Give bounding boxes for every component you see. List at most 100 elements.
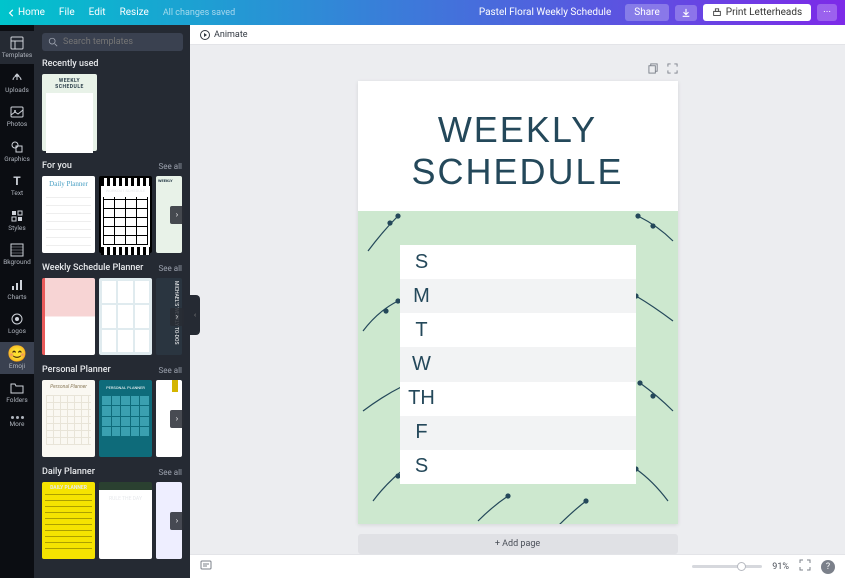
section-title: Weekly Schedule Planner bbox=[42, 263, 143, 273]
rail-templates[interactable]: Templates bbox=[0, 31, 34, 64]
section-title: Daily Planner bbox=[42, 467, 95, 477]
chevron-right-icon: › bbox=[176, 210, 178, 219]
edit-menu[interactable]: Edit bbox=[89, 7, 106, 18]
search-templates-input[interactable] bbox=[42, 33, 183, 51]
template-thumb[interactable]: Personal Planner bbox=[42, 380, 95, 457]
save-status: All changes saved bbox=[163, 8, 235, 18]
section-title: For you bbox=[42, 161, 72, 171]
home-menu[interactable]: Home bbox=[8, 7, 45, 18]
slider-knob[interactable] bbox=[737, 562, 746, 571]
day-row: M bbox=[400, 279, 636, 313]
share-button[interactable]: Share bbox=[625, 4, 668, 21]
page-title-text[interactable]: WEEKLY SCHEDULE bbox=[358, 81, 678, 193]
search-icon bbox=[48, 37, 58, 47]
rail-logos[interactable]: Logos bbox=[0, 307, 34, 340]
collapse-panel-button[interactable]: ‹ bbox=[190, 295, 200, 335]
rail-graphics[interactable]: Graphics bbox=[0, 135, 34, 168]
template-thumb[interactable] bbox=[42, 278, 95, 355]
section-daily-planner: Daily Planner See all DAILY PLANNER RULE… bbox=[42, 467, 182, 559]
schedule-card[interactable]: S M T W TH F S bbox=[400, 245, 636, 484]
bottom-bar: 91% ? bbox=[190, 554, 845, 578]
rail-background[interactable]: Bkground bbox=[0, 238, 34, 271]
uploads-icon bbox=[10, 71, 24, 85]
see-all-link[interactable]: See all bbox=[159, 366, 182, 375]
see-all-link[interactable]: See all bbox=[159, 162, 182, 171]
template-thumb[interactable]: WORKOUT SCHEDULE bbox=[99, 176, 152, 253]
copy-icon bbox=[648, 63, 659, 74]
rail-photos[interactable]: Photos bbox=[0, 100, 34, 133]
graphics-icon bbox=[10, 140, 24, 154]
rail-text[interactable]: T Text bbox=[0, 169, 34, 202]
expand-page-button[interactable] bbox=[667, 63, 678, 77]
print-button[interactable]: Print Letterheads bbox=[703, 4, 811, 21]
resize-menu[interactable]: Resize bbox=[120, 7, 149, 18]
question-icon: ? bbox=[826, 562, 830, 572]
charts-icon bbox=[10, 278, 24, 292]
scroll-right-button[interactable]: › bbox=[170, 512, 184, 530]
see-all-link[interactable]: See all bbox=[159, 468, 182, 477]
zoom-slider[interactable] bbox=[692, 565, 762, 568]
notes-button[interactable] bbox=[200, 559, 212, 574]
template-thumb[interactable]: RULE THE DAY bbox=[99, 482, 152, 559]
section-recently-used: Recently used WEEKLY SCHEDULE bbox=[42, 59, 182, 151]
rail-charts[interactable]: Charts bbox=[0, 273, 34, 306]
canvas-toolbar: Animate bbox=[190, 25, 845, 45]
canvas-area: Animate WEEKLY SCHEDULE bbox=[190, 25, 845, 578]
section-title: Recently used bbox=[42, 59, 98, 69]
templates-panel: Recently used WEEKLY SCHEDULE For you Se… bbox=[34, 25, 190, 578]
search-field[interactable] bbox=[63, 37, 177, 47]
file-menu[interactable]: File bbox=[59, 7, 75, 18]
section-for-you: For you See all Daily Planner WORKOUT SC… bbox=[42, 161, 182, 253]
day-row: S bbox=[400, 450, 636, 484]
scroll-right-button[interactable]: › bbox=[170, 410, 184, 428]
logos-icon bbox=[10, 312, 24, 326]
section-weekly-schedule-planner: Weekly Schedule Planner See all MICHAEL'… bbox=[42, 263, 182, 355]
day-row: S bbox=[400, 245, 636, 279]
home-label: Home bbox=[18, 7, 45, 18]
see-all-link[interactable]: See all bbox=[159, 264, 182, 273]
download-button[interactable] bbox=[675, 5, 697, 21]
download-icon bbox=[681, 8, 691, 18]
play-icon bbox=[200, 30, 210, 40]
template-thumb[interactable]: Daily Planner bbox=[42, 176, 95, 253]
template-thumb[interactable]: WEEKLY SCHEDULE bbox=[42, 74, 97, 151]
text-icon: T bbox=[10, 174, 24, 188]
design-page[interactable]: WEEKLY SCHEDULE bbox=[358, 81, 678, 524]
fullscreen-icon bbox=[799, 559, 811, 571]
rail-emoji[interactable]: 😊 Emoji bbox=[0, 342, 34, 375]
rail-styles[interactable]: Styles bbox=[0, 204, 34, 237]
bookmark-icon bbox=[172, 380, 178, 392]
document-name[interactable]: Pastel Floral Weekly Schedule bbox=[479, 7, 611, 18]
help-button[interactable]: ? bbox=[821, 560, 835, 574]
photos-icon bbox=[10, 105, 24, 119]
section-personal-planner: Personal Planner See all Personal Planne… bbox=[42, 365, 182, 457]
rail-uploads[interactable]: Uploads bbox=[0, 66, 34, 99]
zoom-value[interactable]: 91% bbox=[772, 562, 789, 572]
template-thumb[interactable]: PERSONAL PLANNER bbox=[99, 380, 152, 457]
rail-folders[interactable]: Folders bbox=[0, 376, 34, 409]
chevron-left-icon bbox=[8, 9, 16, 17]
floral-background: S M T W TH F S bbox=[358, 211, 678, 524]
scroll-right-button[interactable]: › bbox=[170, 206, 184, 224]
duplicate-page-button[interactable] bbox=[648, 63, 659, 77]
chevron-right-icon: › bbox=[176, 516, 178, 525]
expand-icon bbox=[667, 63, 678, 74]
template-thumb[interactable] bbox=[99, 278, 152, 355]
rail-more[interactable]: More bbox=[0, 411, 34, 433]
fullscreen-button[interactable] bbox=[799, 559, 811, 574]
chevron-left-icon: ‹ bbox=[194, 311, 196, 319]
template-thumb[interactable]: DAILY PLANNER bbox=[42, 482, 95, 559]
left-rail: Templates Uploads Photos Graphics T Text… bbox=[0, 25, 34, 578]
animate-button[interactable]: Animate bbox=[200, 30, 248, 40]
emoji-icon: 😊 bbox=[10, 347, 24, 361]
section-title: Personal Planner bbox=[42, 365, 111, 375]
day-row: T bbox=[400, 313, 636, 347]
printer-icon bbox=[712, 8, 722, 18]
add-page-button[interactable]: + Add page bbox=[358, 534, 678, 554]
day-row: TH bbox=[400, 382, 636, 416]
scroll-right-button[interactable]: › bbox=[170, 308, 184, 326]
day-row: W bbox=[400, 347, 636, 381]
notes-icon bbox=[200, 559, 212, 571]
more-menu-button[interactable]: ··· bbox=[817, 4, 837, 21]
chevron-right-icon: › bbox=[176, 312, 178, 321]
